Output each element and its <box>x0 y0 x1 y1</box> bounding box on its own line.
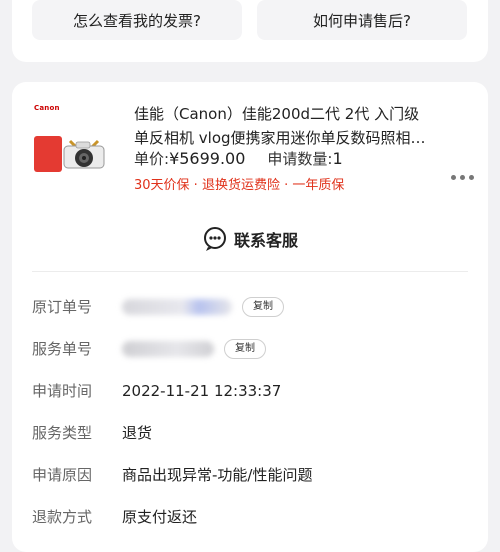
aftersale-help-button[interactable]: 如何申请售后? <box>257 0 467 40</box>
unit-price: ¥5699.00 <box>169 149 246 168</box>
original-order-value-redacted <box>122 298 232 315</box>
original-order-row: 原订单号 复制 <box>32 296 284 317</box>
service-type-value: 退货 <box>122 424 153 442</box>
canon-logo: Canon <box>34 104 60 112</box>
divider <box>32 271 468 272</box>
service-order-row: 服务单号 复制 <box>32 338 266 359</box>
invoice-help-button[interactable]: 怎么查看我的发票? <box>32 0 242 40</box>
service-type-row: 服务类型 退货 <box>32 422 152 443</box>
promo-tag-icon <box>34 136 62 172</box>
camera-icon <box>63 139 105 169</box>
service-order-value-redacted <box>122 340 214 357</box>
contact-service-button[interactable]: 联系客服 <box>12 226 488 252</box>
price-label: 单价: <box>134 150 170 168</box>
help-card: 怎么查看我的发票? 如何申请售后? <box>12 0 488 62</box>
product-thumbnail[interactable]: Canon <box>32 102 118 188</box>
customer-service-icon <box>203 227 226 251</box>
apply-time-value: 2022-11-21 12:33:37 <box>122 381 282 400</box>
quantity-label: 申请数量: <box>267 150 333 168</box>
refund-method-label: 退款方式 <box>32 508 93 526</box>
refund-method-value: 原支付返还 <box>122 508 198 526</box>
apply-reason-value: 商品出现异常-功能/性能问题 <box>122 466 313 484</box>
more-dots-icon[interactable] <box>451 175 474 180</box>
apply-reason-label: 申请原因 <box>32 466 93 484</box>
apply-time-label: 申请时间 <box>32 382 93 400</box>
guarantee-tags: 30天价保 · 退换货运费险 · 一年质保 <box>134 178 345 193</box>
service-type-label: 服务类型 <box>32 424 93 442</box>
refund-method-row: 退款方式 原支付返还 <box>32 506 197 527</box>
apply-time-row: 申请时间 2022-11-21 12:33:37 <box>32 380 281 401</box>
price-row: 单价: ¥5699.00 申请数量: 1 <box>134 148 343 169</box>
copy-order-button[interactable]: 复制 <box>242 296 284 317</box>
product-title[interactable]: 佳能（Canon）佳能200d二代 2代 入门级单反相机 vlog便携家用迷你单… <box>134 102 434 150</box>
original-order-label: 原订单号 <box>32 298 93 316</box>
service-order-label: 服务单号 <box>32 340 93 358</box>
copy-service-button[interactable]: 复制 <box>224 338 266 359</box>
quantity-value: 1 <box>332 149 343 168</box>
aftersale-detail-card: Canon 佳能（Canon）佳能200d二代 2代 入门级单反相机 vlog便… <box>12 82 488 552</box>
apply-reason-row: 申请原因 商品出现异常-功能/性能问题 <box>32 464 312 485</box>
contact-service-label: 联系客服 <box>233 231 298 250</box>
